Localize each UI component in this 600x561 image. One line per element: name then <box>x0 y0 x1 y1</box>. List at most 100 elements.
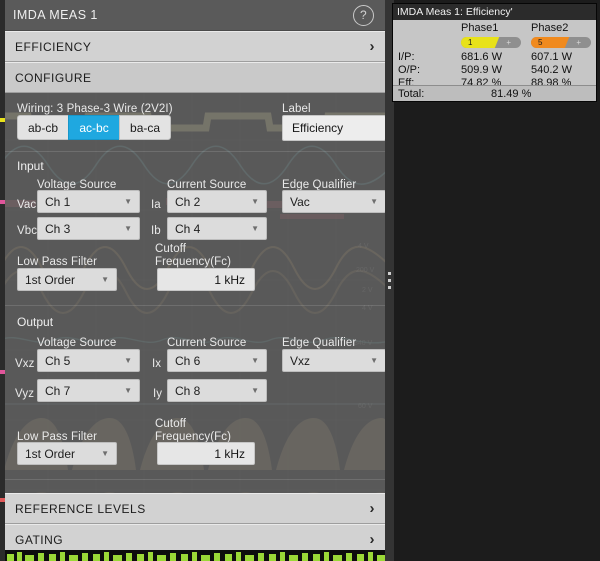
input-row2-voltage-value: Ch 3 <box>45 221 71 236</box>
measurement-badge-title-bar: IMDA Meas 1: Efficiency' <box>393 4 596 20</box>
source-badge-phase2-number: 5 <box>538 38 543 47</box>
measurement-total-row: Total: 81.49 % <box>393 85 596 101</box>
measurement-value-ip-phase1: 681.6 W <box>461 51 502 63</box>
measurement-total-label: Total: <box>398 88 425 100</box>
output-row2-current-name: Iy <box>153 388 163 400</box>
chevron-right-icon: › <box>369 500 375 517</box>
input-row1-current-value: Ch 2 <box>175 194 201 209</box>
input-row2-voltage-select[interactable]: Ch 3 ▼ <box>37 217 140 240</box>
measurement-badge-body: Phase1 Phase2 1 + 5 + I/P: 681.6 W 607.1… <box>393 20 596 89</box>
panel-title-bar: IMDA MEAS 1 ? <box>5 0 385 31</box>
output-row2-voltage-select[interactable]: Ch 7 ▼ <box>37 379 140 402</box>
wiring-option-ba-ca[interactable]: ba-ca <box>119 115 172 140</box>
page-title: IMDA MEAS 1 <box>13 8 98 22</box>
measurement-total-value: 81.49 % <box>491 88 532 100</box>
chevron-down-icon: ▼ <box>251 197 259 206</box>
section-label-reference-levels: REFERENCE LEVELS <box>15 501 146 516</box>
handle-dot <box>388 279 391 282</box>
input-cutoff-frequency-value: 1 kHz <box>214 272 245 287</box>
input-row1-voltage-select[interactable]: Ch 1 ▼ <box>37 190 140 213</box>
output-row1-current-name: Ix <box>152 358 162 370</box>
measurement-column-header-phase2: Phase2 <box>531 22 569 34</box>
chevron-down-icon: ▼ <box>101 275 109 284</box>
measurement-value-op-phase2: 540.2 W <box>531 64 572 76</box>
source-badge-phase2[interactable]: 5 + <box>531 37 591 48</box>
input-row2-voltage-name: Vbc <box>17 225 38 237</box>
output-lpf-select[interactable]: 1st Order ▼ <box>17 442 117 465</box>
wiring-label: Wiring: 3 Phase-3 Wire (2V2I) <box>17 103 173 115</box>
output-col-current: Current Source <box>167 337 247 349</box>
chevron-down-icon: ▼ <box>101 449 109 458</box>
source-badge-phase1-number: 1 <box>468 38 473 47</box>
input-edge-qualifier-value: Vac <box>290 194 310 209</box>
output-lpf-value: 1st Order <box>25 446 76 461</box>
source-badge-phase1[interactable]: 1 + <box>461 37 521 48</box>
output-col-voltage: Voltage Source <box>37 337 117 349</box>
output-group-label: Output <box>17 315 54 329</box>
chevron-down-icon: ▼ <box>124 197 132 206</box>
source-badge-phase2-plus: + <box>576 38 581 47</box>
output-row2-current-value: Ch 8 <box>175 383 201 398</box>
input-cutoff-label-line2: Frequency(Fc) <box>155 256 232 268</box>
output-row1-voltage-value: Ch 5 <box>45 353 71 368</box>
output-row2-voltage-value: Ch 7 <box>45 383 71 398</box>
output-edge-qualifier-select[interactable]: Vxz ▼ <box>282 349 386 372</box>
measurement-row-label-ip: I/P: <box>398 51 415 63</box>
output-cutoff-frequency-field[interactable]: 1 kHz <box>157 442 255 465</box>
wiring-option-ac-bc[interactable]: ac-bc <box>68 115 121 140</box>
measurement-badge-title: IMDA Meas 1: Efficiency' <box>397 6 513 18</box>
channel-color-rail <box>0 0 5 561</box>
output-row2-voltage-name: Vyz <box>15 388 35 400</box>
input-lpf-select[interactable]: 1st Order ▼ <box>17 268 117 291</box>
input-lpf-value: 1st Order <box>25 272 76 287</box>
input-row1-voltage-value: Ch 1 <box>45 194 71 209</box>
section-header-efficiency[interactable]: EFFICIENCY › <box>5 31 385 62</box>
chevron-down-icon: ▼ <box>124 224 132 233</box>
wiring-option-ab-cb[interactable]: ab-cb <box>17 115 70 140</box>
input-row2-current-select[interactable]: Ch 4 ▼ <box>167 217 267 240</box>
section-label-gating: GATING <box>15 532 64 547</box>
output-row2-current-select[interactable]: Ch 8 ▼ <box>167 379 267 402</box>
output-row1-voltage-name: Vxz <box>15 358 35 370</box>
label-input-value: Efficiency <box>292 121 344 135</box>
output-row1-voltage-select[interactable]: Ch 5 ▼ <box>37 349 140 372</box>
input-row2-current-value: Ch 4 <box>175 221 201 236</box>
screen-root: 4 V 200 V 2 V 4 V 340 V 60 V IMDA MEAS 1… <box>0 0 600 561</box>
chevron-down-icon: ▼ <box>124 356 132 365</box>
input-row1-current-select[interactable]: Ch 2 ▼ <box>167 190 267 213</box>
chevron-right-icon: › <box>369 38 375 55</box>
output-cutoff-frequency-value: 1 kHz <box>214 446 245 461</box>
chevron-down-icon: ▼ <box>370 356 378 365</box>
label-input[interactable]: Efficiency <box>282 115 386 141</box>
measurement-value-ip-phase2: 607.1 W <box>531 51 572 63</box>
source-badge-phase1-plus: + <box>506 38 511 47</box>
measurement-value-op-phase1: 509.9 W <box>461 64 502 76</box>
measurement-row-label-op: O/P: <box>398 64 421 76</box>
section-label-efficiency: EFFICIENCY <box>15 39 92 54</box>
help-circle-icon[interactable]: ? <box>353 4 374 26</box>
input-group-label: Input <box>17 159 44 173</box>
input-cutoff-frequency-field[interactable]: 1 kHz <box>157 268 255 291</box>
output-col-edge: Edge Qualifier <box>282 337 357 349</box>
measurement-column-header-phase1: Phase1 <box>461 22 499 34</box>
wiring-mode-selector[interactable]: ab-cb ac-bc ba-ca <box>17 115 172 140</box>
imda-measurement-panel: IMDA MEAS 1 ? EFFICIENCY › CONFIGURE Wir… <box>5 0 386 561</box>
input-row1-current-name: Ia <box>151 199 161 211</box>
section-header-reference-levels[interactable]: REFERENCE LEVELS › <box>5 493 385 524</box>
chevron-down-icon: ▼ <box>251 224 259 233</box>
input-edge-qualifier-select[interactable]: Vac ▼ <box>282 190 386 213</box>
bottom-waveform-strip <box>5 550 385 561</box>
section-label-configure: CONFIGURE <box>15 70 92 85</box>
output-row1-current-select[interactable]: Ch 6 ▼ <box>167 349 267 372</box>
chevron-down-icon: ▼ <box>124 386 132 395</box>
configure-body: Wiring: 3 Phase-3 Wire (2V2I) ab-cb ac-b… <box>5 93 386 493</box>
section-header-configure[interactable]: CONFIGURE <box>5 62 385 93</box>
measurement-badge[interactable]: IMDA Meas 1: Efficiency' Phase1 Phase2 1… <box>392 3 597 102</box>
label-caption: Label <box>282 103 311 115</box>
input-row2-current-name: Ib <box>151 225 161 237</box>
chevron-right-icon: › <box>369 531 375 548</box>
chevron-down-icon: ▼ <box>251 386 259 395</box>
handle-dot <box>388 286 391 289</box>
output-edge-qualifier-value: Vxz <box>290 353 311 368</box>
output-row1-current-value: Ch 6 <box>175 353 201 368</box>
